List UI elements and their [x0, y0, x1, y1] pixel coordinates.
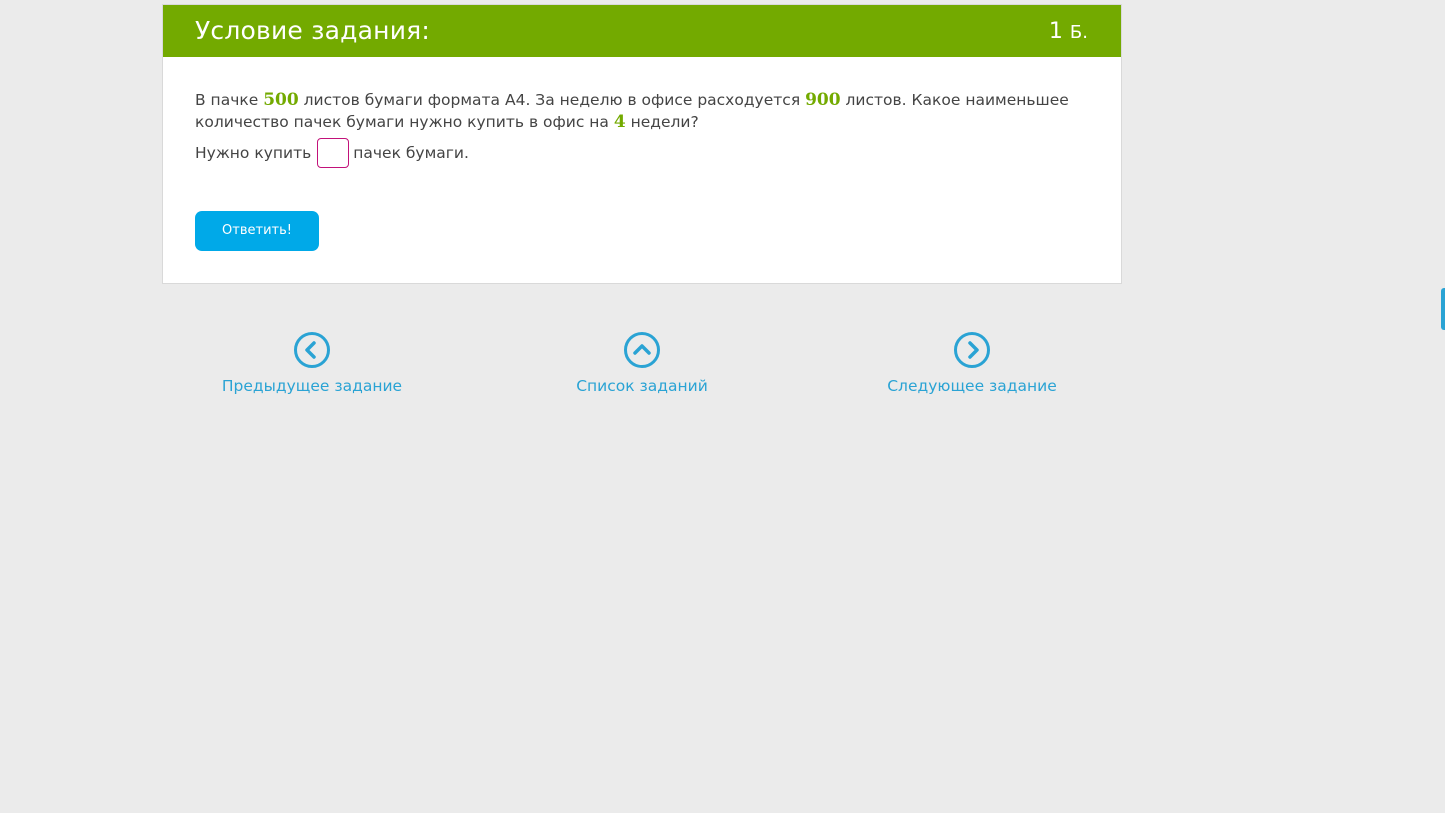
task-header: Условие задания: 1 Б.	[163, 5, 1121, 57]
task-title: Условие задания:	[195, 16, 431, 45]
side-tab[interactable]	[1441, 288, 1445, 330]
prev-task-link[interactable]: Предыдущее задание	[192, 332, 432, 396]
chevron-left-icon[interactable]	[294, 332, 330, 368]
task-body: В пачке 500 листов бумаги формата А4. За…	[195, 89, 1075, 169]
next-task-label[interactable]: Следующее задание	[852, 376, 1092, 396]
question-number: 900	[805, 90, 841, 110]
points-unit: Б.	[1069, 22, 1088, 43]
question-line-1: В пачке 500 листов бумаги формата А4. За…	[195, 89, 1075, 111]
submit-button[interactable]: Ответить!	[195, 211, 319, 251]
question-text: недели?	[625, 113, 699, 131]
task-list-link[interactable]: Список заданий	[522, 332, 762, 396]
question-number: 500	[263, 90, 299, 110]
answer-suffix: пачек бумаги.	[353, 144, 469, 162]
question-text: количество пачек бумаги нужно купить в о…	[195, 113, 614, 131]
answer-input[interactable]	[317, 137, 350, 168]
chevron-up-icon[interactable]	[624, 332, 660, 368]
question-number: 4	[613, 112, 626, 132]
question-text: В пачке	[195, 91, 264, 109]
prev-task-label[interactable]: Предыдущее задание	[192, 376, 432, 396]
chevron-right-icon[interactable]	[954, 332, 990, 368]
task-points: 1 Б.	[1049, 17, 1088, 48]
answer-prefix: Нужно купить	[195, 144, 312, 162]
next-task-link[interactable]: Следующее задание	[852, 332, 1092, 396]
question-line-2: количество пачек бумаги нужно купить в о…	[195, 111, 1075, 133]
question-text: листов. Какое наименьшее	[840, 91, 1069, 109]
task-list-label[interactable]: Список заданий	[522, 376, 762, 396]
question-text: листов бумаги формата А4. За неделю в оф…	[298, 91, 806, 109]
task-card: Условие задания: 1 Б. В пачке 500 листов…	[162, 4, 1122, 284]
points-value: 1	[1048, 19, 1063, 44]
answer-line: Нужно купить пачек бумаги.	[195, 137, 1075, 169]
